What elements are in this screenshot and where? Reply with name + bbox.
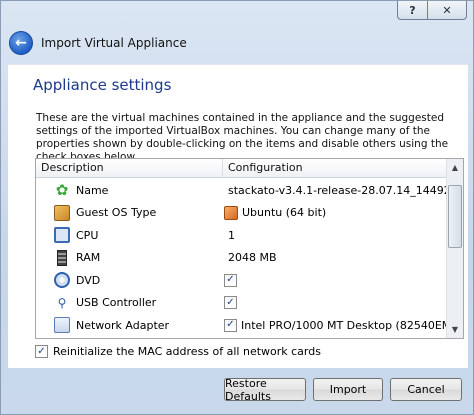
guest-os-icon [54,204,70,221]
table-row-dvd[interactable]: DVD ✓ [36,269,446,292]
content-panel: Appliance settings These are the virtual… [8,64,468,368]
scroll-thumb[interactable] [448,185,462,248]
reinit-mac-option[interactable]: ✓ Reinitialize the MAC address of all ne… [35,345,321,358]
table-row-network-adapter[interactable]: Network Adapter ✓ Intel PRO/1000 MT Desk… [36,314,456,337]
table-row-ram[interactable]: RAM 2048 MB [36,247,446,270]
network-adapter-checkbox[interactable]: ✓ [224,318,237,332]
dvd-icon [54,272,70,289]
import-button[interactable]: Import [313,378,383,401]
dvd-checkbox[interactable]: ✓ [224,273,237,287]
help-button[interactable]: ? [397,1,427,20]
row-value: 1 [228,228,235,242]
cancel-button[interactable]: Cancel [390,378,462,401]
row-label: USB Controller [76,296,157,310]
row-label: RAM [76,251,101,265]
row-label: Guest OS Type [76,206,157,220]
cpu-icon [54,227,70,244]
reinit-mac-checkbox[interactable]: ✓ [35,345,48,358]
row-label: Name [76,183,109,197]
column-header-configuration[interactable]: Configuration [223,159,446,178]
dialog-window: ? ✕ ← Import Virtual Appliance Appliance… [0,0,474,415]
page-description: These are the virtual machines contained… [36,112,449,163]
network-adapter-icon [54,317,70,334]
column-header-description[interactable]: Description [36,159,223,178]
page-title: Appliance settings [33,76,172,94]
back-arrow-icon: ← [15,34,27,51]
checkmark-icon: ✓ [226,274,235,286]
wizard-header: ← Import Virtual Appliance [9,31,187,55]
scroll-up-arrow-icon[interactable]: ▲ [447,159,463,176]
table-row-guest-os[interactable]: Guest OS Type Ubuntu (64 bit) [36,202,446,225]
usb-icon: ⚲ [57,295,67,310]
ram-icon [57,249,67,266]
row-label: DVD [76,273,101,287]
window-title: Import Virtual Appliance [41,36,187,50]
title-buttons: ? ✕ [397,1,467,20]
row-value: Intel PRO/1000 MT Desktop (82540EM) [241,318,456,332]
row-value: 2048 MB [228,251,277,265]
checkmark-icon: ✓ [226,319,235,331]
table-row-name[interactable]: ✿ Name stackato-v3.4.1-release-28.07.14_… [36,179,458,202]
restore-defaults-button[interactable]: Restore Defaults [224,377,306,403]
table-header: Description Configuration [36,159,446,178]
checkmark-icon: ✓ [37,345,46,357]
back-button[interactable]: ← [9,31,33,55]
checkmark-icon: ✓ [226,296,235,308]
vertical-scrollbar[interactable]: ▲ ▼ [446,159,463,338]
row-label: Network Adapter [76,318,170,332]
row-value: stackato-v3.4.1-release-28.07.14_144928 [228,183,458,197]
reinit-mac-label[interactable]: Reinitialize the MAC address of all netw… [53,345,321,358]
appliance-settings-table[interactable]: Description Configuration ✿ Name stackat… [35,158,464,339]
close-button[interactable]: ✕ [427,1,467,20]
row-value: Ubuntu (64 bit) [242,206,327,220]
ubuntu-icon [224,205,238,220]
name-icon: ✿ [55,181,69,200]
scroll-down-arrow-icon[interactable]: ▼ [447,321,463,338]
table-row-usb-controller[interactable]: ⚲ USB Controller ✓ [36,292,446,315]
table-rows: ✿ Name stackato-v3.4.1-release-28.07.14_… [36,179,458,337]
usb-controller-checkbox[interactable]: ✓ [224,296,237,310]
table-row-cpu[interactable]: CPU 1 [36,224,446,247]
row-label: CPU [76,228,99,242]
